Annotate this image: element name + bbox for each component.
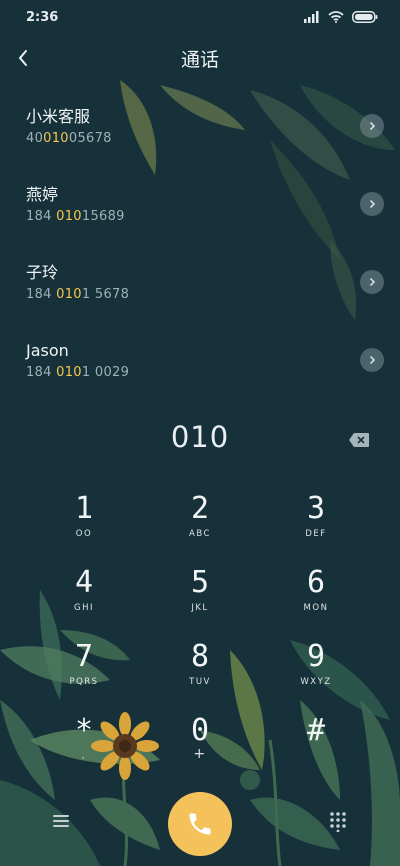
status-bar: 2:36 xyxy=(0,0,400,34)
key-8[interactable]: 8 TUV xyxy=(142,640,258,714)
backspace-icon[interactable] xyxy=(348,432,370,448)
menu-icon[interactable] xyxy=(50,810,72,832)
status-time: 2:36 xyxy=(26,9,59,25)
dial-keypad: 1 OO 2 ABC 3 DEF 4 GHI 5 JKL 6 MON 7 PQRS 8 TUV … xyxy=(0,492,400,788)
contact-number: 184 01015689 xyxy=(26,209,125,224)
chevron-right-icon xyxy=(369,199,376,209)
contact-number: 184 0101 5678 xyxy=(26,287,130,302)
chevron-right-icon xyxy=(369,121,376,131)
contact-number: 184 0101 0029 xyxy=(26,365,130,380)
contact-detail-button[interactable] xyxy=(360,114,384,138)
signal-icon xyxy=(304,11,319,23)
contact-item[interactable]: Jason 184 0101 0029 xyxy=(0,327,400,405)
contact-name: 小米客服 xyxy=(26,107,91,126)
dialed-number: 010 xyxy=(170,420,230,454)
back-arrow-icon[interactable] xyxy=(12,46,36,70)
contact-number: 4001005678 xyxy=(26,131,112,146)
contact-detail-button[interactable] xyxy=(360,348,384,372)
chevron-right-icon xyxy=(369,355,376,365)
header: 通话 xyxy=(0,38,400,78)
key-7[interactable]: 7 PQRS xyxy=(26,640,142,714)
contact-name: 燕婷 xyxy=(26,185,59,204)
contact-suggestion-list: 小米客服 4001005678 燕婷 184 01015689 子玲 184 0… xyxy=(0,93,400,405)
contact-detail-button[interactable] xyxy=(360,192,384,216)
page-title: 通话 xyxy=(180,48,219,71)
wifi-icon xyxy=(328,11,344,23)
battery-icon xyxy=(352,11,378,23)
key-hash[interactable]: # xyxy=(258,714,374,788)
key-2[interactable]: 2 ABC xyxy=(142,492,258,566)
key-0[interactable]: 0 + xyxy=(142,714,258,788)
key-6[interactable]: 6 MON xyxy=(258,566,374,640)
dialpad-toggle-icon[interactable] xyxy=(328,810,348,832)
contact-item[interactable]: 子玲 184 0101 5678 xyxy=(0,249,400,327)
contact-name: Jason xyxy=(26,341,69,360)
key-1[interactable]: 1 OO xyxy=(26,492,142,566)
chevron-right-icon xyxy=(369,277,376,287)
contact-item[interactable]: 小米客服 4001005678 xyxy=(0,93,400,171)
status-icons xyxy=(304,11,378,23)
key-star[interactable]: *, xyxy=(26,714,142,788)
call-button[interactable] xyxy=(168,792,232,856)
contact-detail-button[interactable] xyxy=(360,270,384,294)
contact-name: 子玲 xyxy=(26,263,59,282)
bottom-action-bar xyxy=(0,790,400,856)
key-5[interactable]: 5 JKL xyxy=(142,566,258,640)
contact-item[interactable]: 燕婷 184 01015689 xyxy=(0,171,400,249)
key-9[interactable]: 9 WXYZ xyxy=(258,640,374,714)
key-3[interactable]: 3 DEF xyxy=(258,492,374,566)
key-4[interactable]: 4 GHI xyxy=(26,566,142,640)
dialed-number-display: 010 xyxy=(0,420,400,460)
phone-icon xyxy=(189,813,211,835)
